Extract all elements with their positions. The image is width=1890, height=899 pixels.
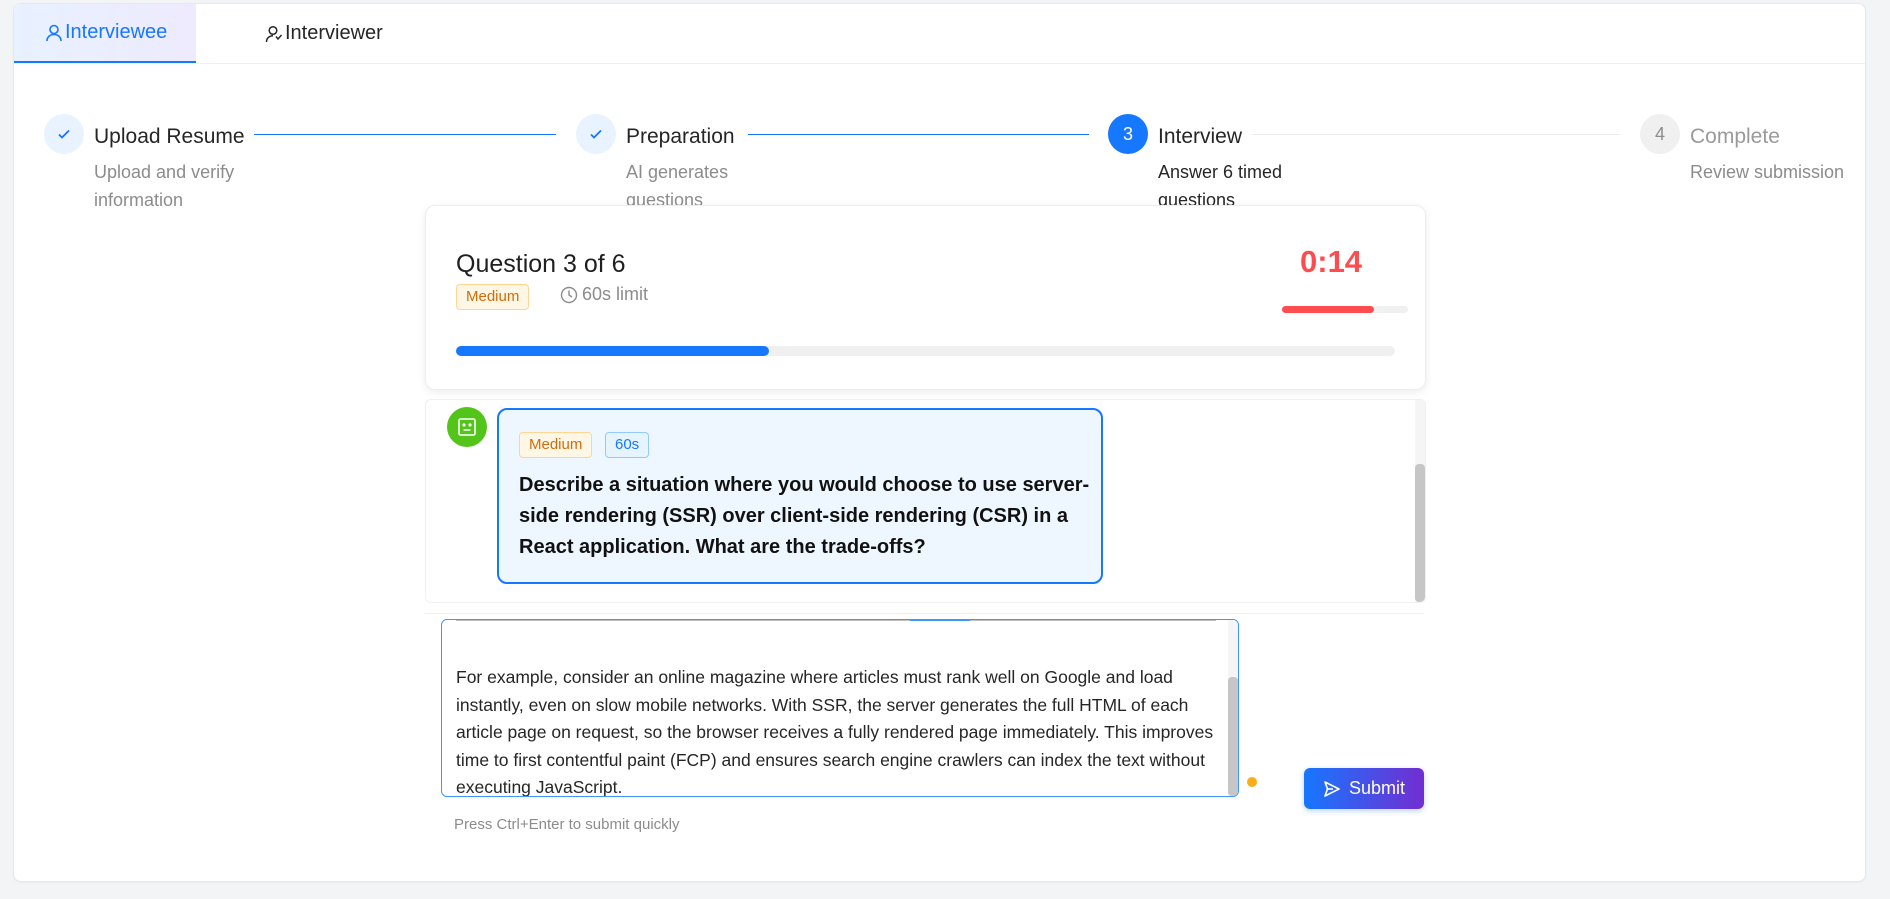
step-connector — [1252, 134, 1620, 135]
difficulty-badge: Medium — [519, 432, 593, 458]
step-connector — [254, 134, 556, 135]
timer-bar — [1282, 306, 1408, 313]
difficulty-badge: Medium — [456, 284, 530, 310]
question-text: Describe a situation where you would cho… — [519, 474, 1090, 558]
robot-icon — [447, 407, 487, 447]
submit-hint: Press Ctrl+Enter to submit quickly — [454, 816, 680, 833]
step-title: Interview — [1158, 125, 1243, 148]
question-title: Question 3 of 6 — [456, 250, 626, 278]
step-connector — [748, 134, 1089, 135]
team-icon — [265, 25, 283, 42]
check-icon — [44, 114, 84, 154]
time-limit-label: 60s limit — [582, 284, 649, 304]
divider — [425, 613, 1424, 614]
step-title: Preparation — [626, 125, 735, 148]
tab-interviewee[interactable]: Interviewee — [14, 4, 196, 63]
step-number: 4 — [1640, 114, 1680, 154]
autosave-indicator — [1247, 777, 1257, 787]
question-progress-fill — [456, 346, 769, 356]
submit-button[interactable]: Submit — [1304, 768, 1424, 809]
answer-scrollbar[interactable] — [1228, 620, 1238, 796]
step-title: Complete — [1690, 125, 1780, 148]
timer-bar-fill — [1282, 306, 1374, 313]
role-tabs: Interviewee Interviewer — [14, 4, 1865, 64]
user-icon — [46, 24, 62, 41]
step-number: 3 — [1108, 114, 1148, 154]
tab-label: Interviewer — [285, 22, 383, 44]
question-bubble: Medium 60s Describe a situation where yo… — [497, 408, 1103, 584]
submit-label: Submit — [1348, 778, 1406, 798]
step-title: Upload Resume — [94, 125, 245, 148]
tab-interviewer[interactable]: Interviewer — [264, 4, 383, 63]
step-desc: Review submission — [1690, 162, 1845, 182]
time-limit: 60s limit — [560, 284, 648, 305]
countdown-timer: 0:14 — [1300, 244, 1363, 279]
chat-scrollbar-thumb[interactable] — [1415, 464, 1425, 602]
time-badge: 60s — [605, 432, 650, 458]
answer-text[interactable]: For example, consider an online magazine… — [456, 664, 1226, 796]
tab-label: Interviewee — [65, 21, 168, 43]
question-header-card: Question 3 of 6 Medium 60s limit 0:14 — [425, 205, 1426, 390]
chat-panel: Medium 60s Describe a situation where yo… — [425, 399, 1426, 603]
chat-scrollbar[interactable] — [1415, 400, 1425, 602]
check-icon — [576, 114, 616, 154]
clock-icon — [560, 286, 578, 303]
question-progress-bar — [456, 346, 1395, 356]
previous-text-line — [456, 620, 1226, 623]
send-icon — [1324, 780, 1340, 797]
answer-textarea[interactable]: For example, consider an online magazine… — [441, 619, 1239, 797]
step-desc: Upload and verify information — [94, 162, 235, 210]
answer-scrollbar-thumb[interactable] — [1228, 677, 1238, 796]
